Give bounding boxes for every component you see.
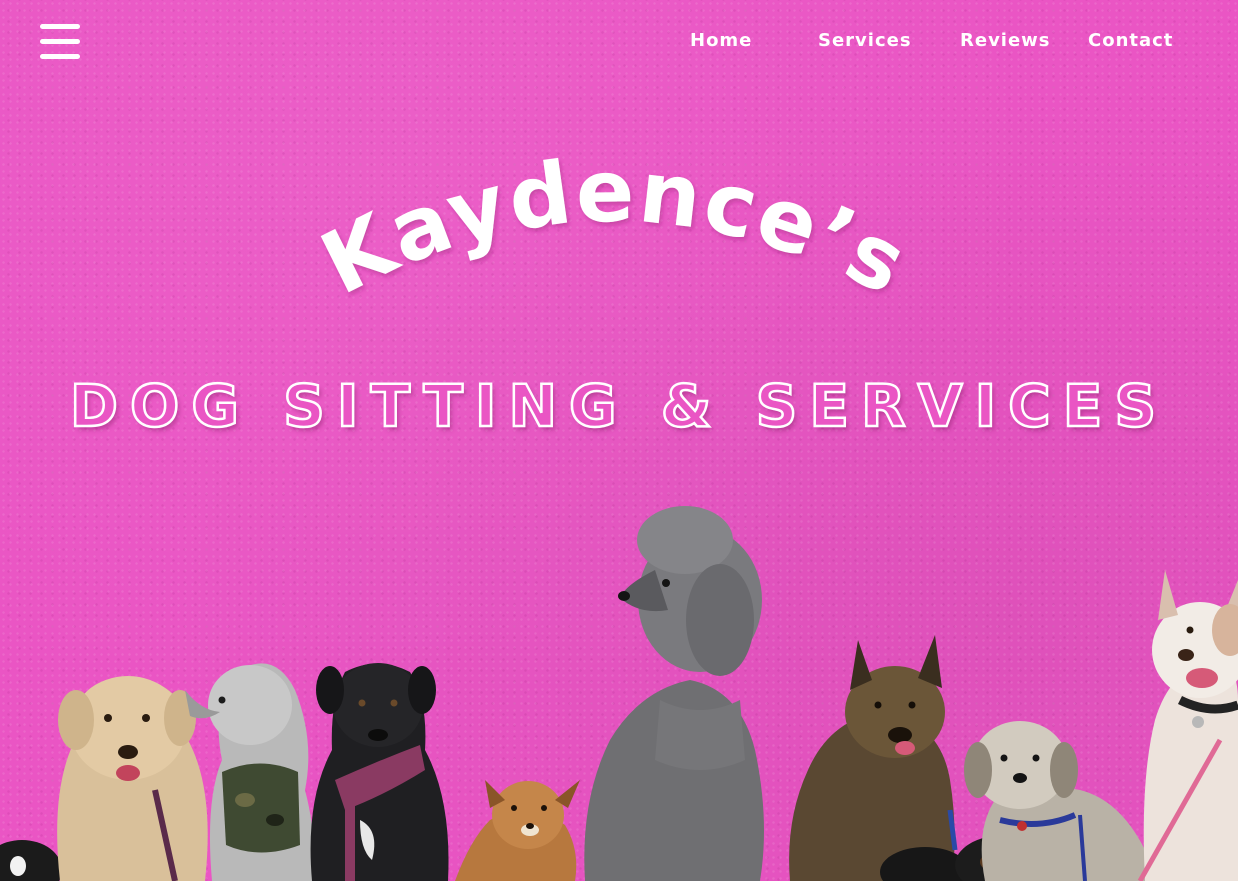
brand-subtitle: DOG SITTING & SERVICES <box>69 371 1169 442</box>
dog-black-small <box>880 835 1055 881</box>
dog-grey-poodle-mix <box>185 663 314 881</box>
dog-standard-poodle <box>584 506 764 881</box>
nav-link-reviews[interactable]: Reviews <box>960 30 1051 51</box>
dog-wheaten-terrier <box>57 676 208 881</box>
dog-brindle <box>789 635 958 881</box>
brand-title-graphic: Kaydence’s <box>306 142 923 316</box>
nav-link-contact[interactable]: Contact <box>1088 30 1173 51</box>
nav-link-services[interactable]: Services <box>818 30 912 51</box>
dog-small-tan <box>455 780 580 881</box>
top-nav: Home Services Reviews Contact <box>0 30 1238 58</box>
wall-texture <box>0 0 1238 881</box>
menu-bar <box>40 24 80 29</box>
hero-section: Home Services Reviews Contact Kaydence’s… <box>0 0 1238 881</box>
nav-link-home[interactable]: Home <box>690 30 752 51</box>
brand-title: Kaydence’s <box>306 142 923 316</box>
dog-husky <box>1137 570 1238 881</box>
brand-title-text: Kaydence’s <box>306 142 921 316</box>
dog-shih-tzu <box>964 721 1149 881</box>
dogs-photo <box>0 506 1238 881</box>
dog-partial-left <box>0 840 62 881</box>
dog-black-lab <box>310 663 449 881</box>
